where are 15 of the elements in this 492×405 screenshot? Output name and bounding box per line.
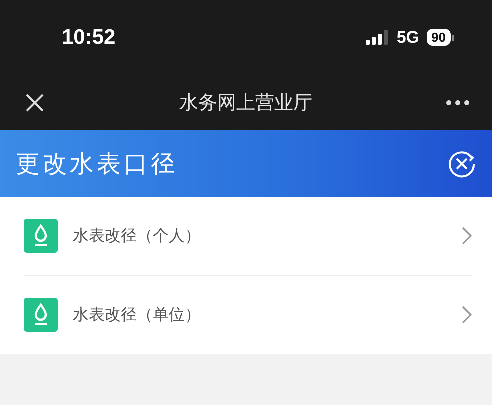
water-drop-icon: [24, 298, 58, 332]
water-drop-icon: [24, 219, 58, 253]
service-item[interactable]: 水表改径（单位）: [24, 276, 472, 354]
chevron-right-icon: [462, 306, 472, 324]
network-type: 5G: [396, 28, 420, 48]
close-button[interactable]: [24, 92, 46, 114]
battery-icon: 90: [426, 29, 454, 46]
status-time: 10:52: [62, 26, 117, 50]
close-circle-button[interactable]: [447, 148, 477, 178]
app-title: 水务网上营业厅: [178, 92, 314, 116]
service-item[interactable]: 水表改径（个人）: [24, 197, 472, 276]
page-title: 更改水表口径: [16, 150, 179, 180]
chevron-right-icon: [462, 227, 472, 245]
more-button[interactable]: [446, 100, 470, 106]
signal-icon: [366, 30, 390, 45]
